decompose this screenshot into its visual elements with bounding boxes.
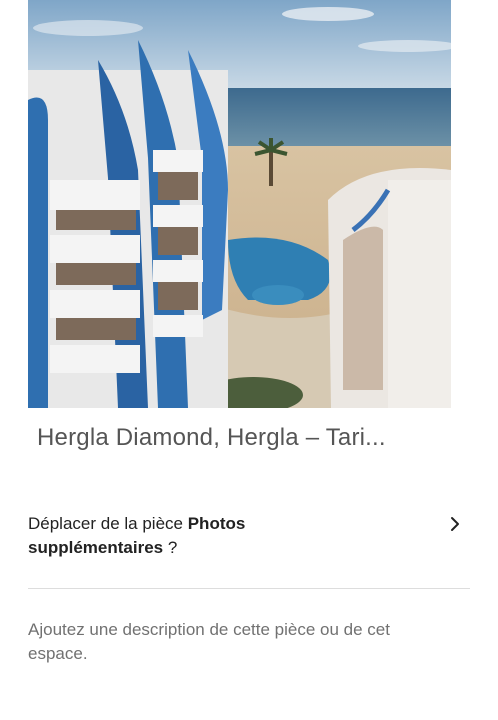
divider (28, 588, 470, 589)
move-suffix: ? (163, 538, 178, 557)
photo-caption: Hergla Diamond, Hergla – Tari... (37, 424, 386, 451)
move-to-room-text: Déplacer de la pièce Photos supplémentai… (28, 512, 358, 560)
move-to-room-row[interactable]: Déplacer de la pièce Photos supplémentai… (28, 512, 470, 568)
move-prefix: Déplacer de la pièce (28, 514, 188, 533)
room-description-input[interactable] (28, 618, 428, 670)
chevron-right-icon[interactable] (448, 516, 462, 532)
room-photo[interactable] (28, 0, 451, 408)
hotel-beach-image (28, 0, 451, 408)
